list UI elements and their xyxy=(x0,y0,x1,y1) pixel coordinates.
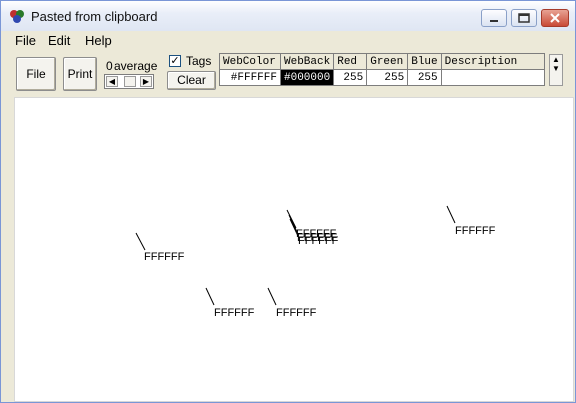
table-row: #FFFFFF #000000 255 255 255 xyxy=(219,69,545,86)
menu-edit[interactable]: Edit xyxy=(48,33,70,48)
cell-webback[interactable]: #000000 xyxy=(279,69,335,86)
cell-blue[interactable]: 255 xyxy=(407,69,442,86)
tag-leader-lines xyxy=(135,205,456,306)
clear-button[interactable]: Clear xyxy=(167,71,216,90)
color-tag-label: FFFFFF xyxy=(214,307,255,319)
window-title: Pasted from clipboard xyxy=(31,9,158,24)
column-header-green[interactable]: Green xyxy=(366,53,409,70)
column-header-red[interactable]: Red xyxy=(333,53,368,70)
title-bar[interactable]: Pasted from clipboard xyxy=(1,1,575,32)
scroll-thumb[interactable] xyxy=(124,76,136,87)
menu-help[interactable]: Help xyxy=(85,33,112,48)
palette-icon xyxy=(10,10,24,23)
cell-red[interactable]: 255 xyxy=(333,69,368,86)
menu-bar: File Edit Help xyxy=(1,31,575,49)
color-canvas[interactable]: FFFFFF FFFFFF FFFFFF FFFFFF FFFFFF FFFFF… xyxy=(14,97,574,402)
file-button[interactable]: File xyxy=(16,57,56,91)
tags-checkbox[interactable]: ✓ xyxy=(169,55,181,67)
scroll-right-arrow-icon[interactable]: ▶ xyxy=(140,76,152,87)
minimize-button[interactable] xyxy=(481,9,507,27)
scroll-left-arrow-icon[interactable]: ◀ xyxy=(106,76,118,87)
average-scrollbar[interactable]: ◀ ▶ xyxy=(104,74,154,89)
column-header-webcolor[interactable]: WebColor xyxy=(219,53,281,70)
average-value: 0 xyxy=(106,59,113,73)
checkmark-icon: ✓ xyxy=(170,55,180,67)
column-header-blue[interactable]: Blue xyxy=(407,53,442,70)
color-tag-label: FFFFFF xyxy=(276,307,317,319)
cell-green[interactable]: 255 xyxy=(366,69,409,86)
color-table: WebColor WebBack Red Green Blue Descript… xyxy=(219,53,545,86)
close-button[interactable] xyxy=(541,9,569,27)
color-tag-label: FFFFFF xyxy=(298,235,339,247)
average-label: average xyxy=(114,59,158,73)
scroll-down-arrow-icon[interactable]: ▼ xyxy=(550,64,562,73)
scroll-up-arrow-icon[interactable]: ▲ xyxy=(550,55,562,64)
column-header-webback[interactable]: WebBack xyxy=(279,53,335,70)
app-window: Pasted from clipboard File Edit Help Fil… xyxy=(0,0,576,403)
cell-description[interactable] xyxy=(440,69,545,86)
color-tag-label: FFFFFF xyxy=(455,225,496,237)
tags-label: Tags xyxy=(186,54,212,68)
close-icon xyxy=(550,13,560,23)
minimize-icon xyxy=(490,20,498,22)
color-tag-label: FFFFFF xyxy=(144,251,185,263)
column-header-description[interactable]: Description xyxy=(440,53,545,70)
toolbar: File Print 0 average ◀ ▶ ✓ Tags Clear We… xyxy=(1,49,575,95)
table-header-row: WebColor WebBack Red Green Blue Descript… xyxy=(219,53,545,70)
table-scrollbar[interactable]: ▲ ▼ xyxy=(549,54,563,86)
menu-file[interactable]: File xyxy=(15,33,36,48)
maximize-icon xyxy=(518,13,530,23)
print-button[interactable]: Print xyxy=(63,57,97,91)
cell-webcolor[interactable]: #FFFFFF xyxy=(219,69,281,86)
maximize-button[interactable] xyxy=(511,9,537,27)
average-control: 0 average ◀ ▶ xyxy=(103,59,159,89)
